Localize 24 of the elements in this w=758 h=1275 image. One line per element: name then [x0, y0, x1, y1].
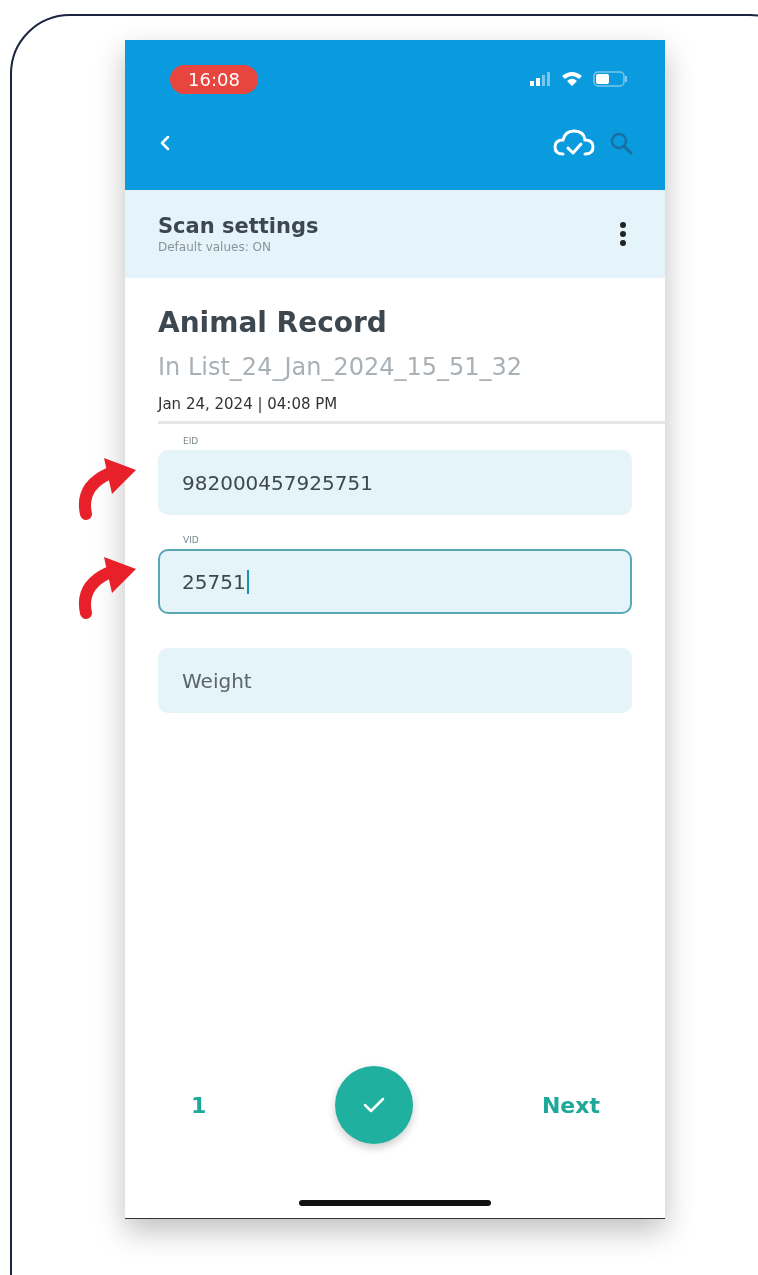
back-icon[interactable] [159, 135, 171, 151]
field-value: 982000457925751 [182, 470, 373, 495]
field-value: 25751 [182, 569, 246, 594]
cloud-check-icon[interactable] [553, 128, 595, 158]
check-icon [362, 1096, 387, 1114]
scan-settings-subtitle: Default values: ON [158, 240, 272, 254]
record-count: 1 [191, 1092, 207, 1118]
more-icon[interactable] [619, 221, 627, 247]
field-label: VID [180, 535, 202, 545]
wifi-icon [561, 71, 583, 87]
input-field[interactable]: 982000457925751 [158, 450, 632, 515]
input-field[interactable]: 25751 [158, 549, 632, 614]
record-title: Animal Record [158, 306, 388, 339]
list-name: In List_24_Jan_2024_15_51_32 [158, 353, 524, 381]
record-timestamp: Jan 24, 2024 | 04:08 PM [158, 395, 339, 413]
scan-settings-title: Scan settings [158, 214, 319, 238]
text-cursor [246, 569, 249, 594]
search-icon[interactable] [609, 131, 633, 155]
confirm-button[interactable] [335, 1066, 414, 1144]
battery-icon [593, 71, 629, 87]
status-time: 16:08 [170, 64, 258, 94]
input-field[interactable]: Weight [158, 648, 632, 713]
signal-icon [529, 72, 551, 86]
field-placeholder: Weight [182, 668, 252, 693]
